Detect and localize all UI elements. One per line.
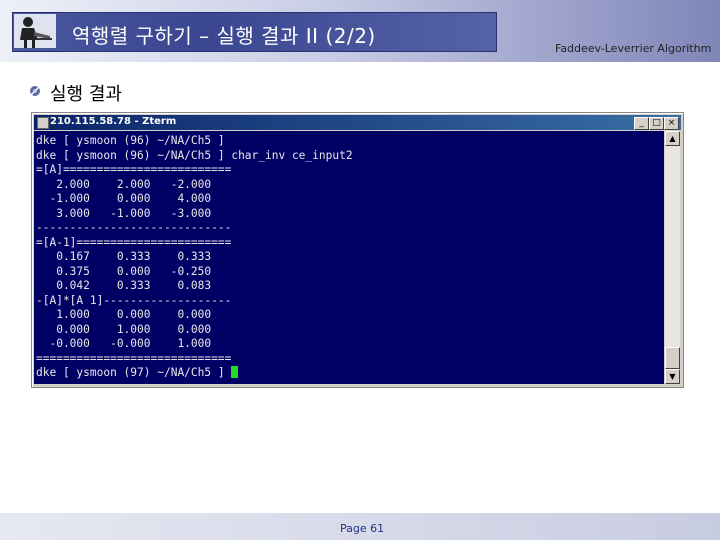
terminal-cursor bbox=[231, 366, 239, 378]
terminal-line: dke [ ysmoon (96) ~/NA/Ch5 ] char_inv ce… bbox=[36, 148, 353, 162]
terminal-line: =[A-1]======================= bbox=[36, 235, 232, 249]
terminal-line: ----------------------------- bbox=[36, 221, 232, 234]
slide-subtitle: Faddeev-Leverrier Algorithm bbox=[555, 42, 712, 55]
terminal-line: dke [ ysmoon (96) ~/NA/Ch5 ] bbox=[36, 134, 225, 147]
maximize-button[interactable]: □ bbox=[649, 117, 664, 130]
minimize-button[interactable]: _ bbox=[634, 117, 649, 130]
terminal-scrollbar[interactable]: ▲ ▼ bbox=[665, 131, 680, 384]
terminal-line: -[A]*[A 1]------------------- bbox=[36, 293, 232, 307]
person-at-desk-logo-icon bbox=[14, 14, 56, 48]
terminal-output[interactable]: dke [ ysmoon (96) ~/NA/Ch5 ] dke [ ysmoo… bbox=[34, 131, 664, 384]
terminal-line: ============================= bbox=[36, 351, 232, 365]
page-number: Page 61 bbox=[340, 522, 385, 535]
terminal-title: 210.115.58.78 - Zterm bbox=[50, 116, 177, 127]
bullet-icon bbox=[30, 86, 40, 96]
terminal-line: 0.375 0.000 -0.250 bbox=[56, 264, 212, 278]
terminal-line: =[A]========================= bbox=[36, 163, 232, 176]
terminal-line: -1.000 0.000 4.000 bbox=[49, 192, 212, 205]
terminal-window[interactable]: 210.115.58.78 - Zterm _ □ × dke [ ysmoon… bbox=[31, 112, 684, 388]
terminal-titlebar[interactable]: 210.115.58.78 - Zterm _ □ × bbox=[34, 115, 681, 130]
close-button[interactable]: × bbox=[664, 117, 679, 130]
scroll-up-icon[interactable]: ▲ bbox=[665, 131, 680, 146]
terminal-line: 1.000 0.000 0.000 bbox=[56, 308, 212, 321]
terminal-line: 2.000 2.000 -2.000 bbox=[56, 177, 212, 191]
section-heading: 실행 결과 bbox=[50, 84, 122, 105]
terminal-line: 0.000 1.000 0.000 bbox=[56, 322, 212, 336]
terminal-line: 0.167 0.333 0.333 bbox=[56, 250, 212, 263]
terminal-app-icon[interactable] bbox=[37, 117, 49, 129]
terminal-screen[interactable]: dke [ ysmoon (96) ~/NA/Ch5 ] dke [ ysmoo… bbox=[34, 131, 664, 384]
terminal-line: 0.042 0.333 0.083 bbox=[56, 279, 212, 292]
slide-title: 역행렬 구하기 – 실행 결과 II (2/2) bbox=[72, 24, 376, 48]
terminal-line: 3.000 -1.000 -3.000 bbox=[56, 206, 212, 220]
scroll-down-icon[interactable]: ▼ bbox=[665, 369, 680, 384]
scroll-thumb[interactable] bbox=[665, 347, 680, 369]
terminal-line: -0.000 -0.000 1.000 bbox=[49, 337, 212, 350]
terminal-prompt: dke [ ysmoon (97) ~/NA/Ch5 ] bbox=[36, 366, 232, 379]
